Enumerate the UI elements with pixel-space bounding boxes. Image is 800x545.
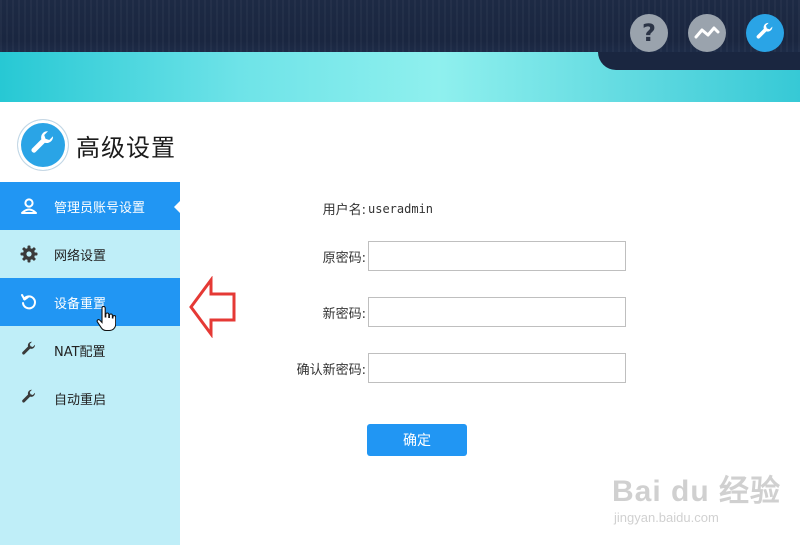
help-icon[interactable]: ? xyxy=(630,14,668,52)
old-password-field[interactable] xyxy=(368,241,626,271)
confirm-button[interactable]: 确定 xyxy=(367,424,467,456)
new-password-row: 新密码: xyxy=(0,297,626,327)
old-password-row: 原密码: xyxy=(0,241,626,271)
page-title: 高级设置 xyxy=(76,133,176,162)
header-toolbar: ? xyxy=(630,14,784,52)
watermark-url: jingyan.baidu.com xyxy=(614,510,719,525)
confirm-password-label: 确认新密码: xyxy=(296,362,366,378)
wrench-icon xyxy=(18,120,68,170)
new-password-label: 新密码: xyxy=(322,306,366,322)
header-wave-mask xyxy=(598,52,800,70)
sidebar-item-label: 自动重启 xyxy=(54,392,107,408)
page-header: 高级设置 xyxy=(18,120,176,170)
wrench-icon[interactable] xyxy=(746,14,784,52)
old-password-label: 原密码: xyxy=(322,250,366,266)
username-value: useradmin xyxy=(368,201,434,216)
watermark-brand: Bai du 经验 xyxy=(612,475,782,508)
wrench-icon xyxy=(20,389,38,407)
chart-icon[interactable] xyxy=(688,14,726,52)
confirm-password-field[interactable] xyxy=(368,353,626,383)
username-label: 用户名: xyxy=(322,203,366,218)
watermark: Bai du 经验 jingyan.baidu.com xyxy=(612,466,782,525)
new-password-field[interactable] xyxy=(368,297,626,327)
confirm-password-row: 确认新密码: xyxy=(0,353,626,383)
username-row: 用户名: useradmin xyxy=(0,199,434,219)
